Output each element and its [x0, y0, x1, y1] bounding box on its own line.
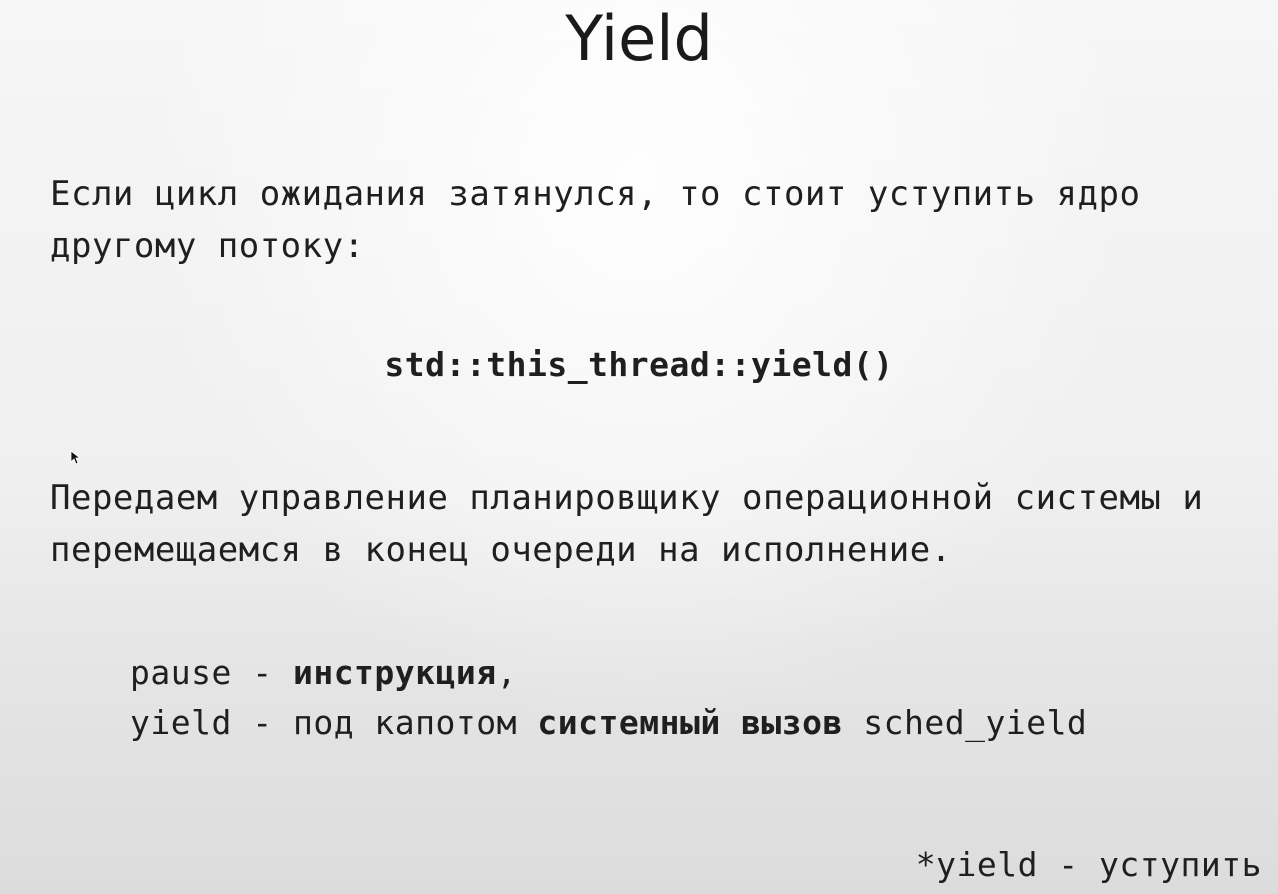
note-yield-mid: под капотом	[292, 703, 538, 742]
note-yield: yield - под капотом системный вызов sche…	[130, 698, 1087, 748]
note-pause-bold: инструкция	[292, 653, 497, 692]
note-pause-tail: ,	[496, 653, 518, 692]
notes-list: pause - инструкция, yield - под капотом …	[130, 648, 1087, 748]
note-pause-term: pause	[130, 653, 232, 692]
footnote: *yield - уступить	[915, 845, 1262, 884]
note-yield-tail: sched_yield	[842, 703, 1088, 742]
description-paragraph: Передаем управление планировщику операци…	[50, 478, 1204, 570]
note-yield-term: yield	[130, 703, 232, 742]
intro-paragraph: Если цикл ожидания затянулся, то стоит у…	[50, 174, 1141, 266]
code-snippet: std::this_thread::yield()	[384, 345, 894, 384]
slide-title: Yield	[565, 2, 713, 75]
note-yield-bold: системный вызов	[537, 703, 843, 742]
mouse-pointer-icon	[70, 450, 80, 465]
note-pause: pause - инструкция,	[130, 648, 1087, 698]
note-pause-dash: -	[231, 653, 293, 692]
slide: Yield Если цикл ожидания затянулся, то с…	[0, 0, 1278, 894]
note-yield-dash: -	[231, 703, 293, 742]
